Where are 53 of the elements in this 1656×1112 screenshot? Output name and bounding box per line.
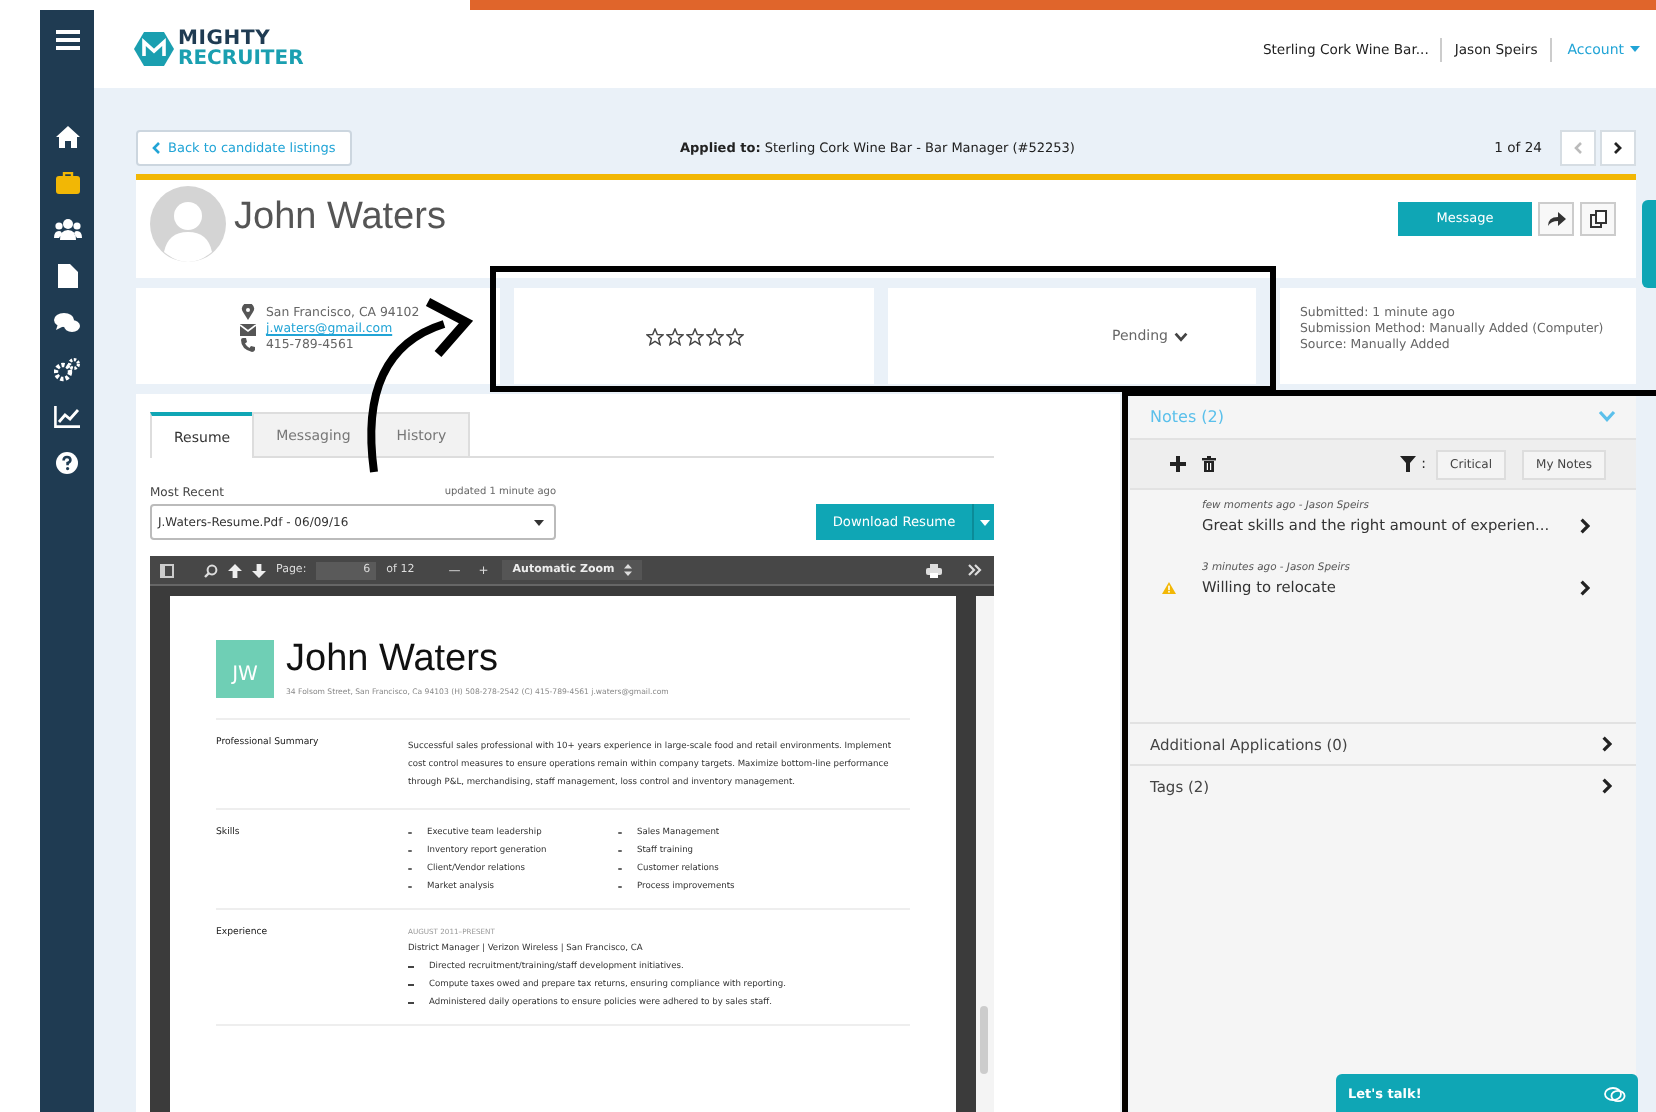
people-icon[interactable] xyxy=(53,218,81,240)
chevron-down-icon xyxy=(1173,331,1188,341)
map-pin-icon xyxy=(240,304,256,320)
chevron-right-icon xyxy=(1614,142,1622,154)
gears-icon[interactable] xyxy=(54,358,80,382)
star-icon[interactable] xyxy=(725,327,743,345)
copy-icon xyxy=(1589,209,1607,227)
star-icon[interactable] xyxy=(665,327,683,345)
filter-icon[interactable] xyxy=(1399,456,1416,472)
home-icon[interactable] xyxy=(55,126,79,148)
next-button[interactable] xyxy=(1600,130,1636,166)
up-down-caret-icon xyxy=(624,564,633,576)
sidebar-toggle-icon[interactable] xyxy=(160,563,174,577)
resume-name: John Waters xyxy=(286,640,500,682)
chart-icon[interactable] xyxy=(54,406,80,428)
star-icon[interactable] xyxy=(705,327,723,345)
help-icon[interactable] xyxy=(56,452,78,474)
envelope-icon xyxy=(240,323,256,335)
logo-wordmark: RECRUITER xyxy=(178,49,304,68)
share-button[interactable] xyxy=(1538,201,1574,235)
menu-icon[interactable] xyxy=(55,30,79,50)
chevron-right-icon xyxy=(1602,736,1612,752)
logo-wordmark: MIGHTY xyxy=(178,30,271,49)
star-icon[interactable] xyxy=(685,327,703,345)
printer-icon[interactable] xyxy=(926,563,942,577)
chat-icon[interactable] xyxy=(54,312,80,334)
plus-icon[interactable] xyxy=(1170,456,1186,472)
chevron-left-icon xyxy=(1574,142,1582,154)
double-chevron-icon[interactable] xyxy=(968,564,982,576)
caret-icon xyxy=(534,519,544,525)
chevron-right-icon xyxy=(1580,579,1590,595)
chat-bubbles-icon xyxy=(1604,1085,1626,1103)
document-icon[interactable] xyxy=(57,264,77,288)
star-icon[interactable] xyxy=(645,327,663,345)
chevron-right-icon xyxy=(1602,778,1612,794)
caret-icon xyxy=(979,519,989,525)
phone-icon xyxy=(240,338,256,352)
logo-icon xyxy=(134,32,174,66)
arrow-down-icon[interactable] xyxy=(252,563,266,577)
search-icon[interactable] xyxy=(204,563,218,577)
avatar-icon xyxy=(150,185,226,261)
trash-icon[interactable] xyxy=(1202,456,1216,472)
copy-button[interactable] xyxy=(1580,201,1616,235)
candidate-name: John Waters xyxy=(234,195,446,239)
share-arrow-icon xyxy=(1547,211,1565,225)
chevron-left-icon xyxy=(152,142,160,154)
arrow-up-icon[interactable] xyxy=(228,563,242,577)
briefcase-icon[interactable] xyxy=(55,172,79,194)
chevron-right-icon xyxy=(1580,517,1590,533)
download-menu-button[interactable] xyxy=(972,504,994,540)
caret-icon xyxy=(1630,46,1640,52)
scrollbar-thumb[interactable] xyxy=(980,1006,988,1074)
initials-logo: JW xyxy=(216,640,274,698)
